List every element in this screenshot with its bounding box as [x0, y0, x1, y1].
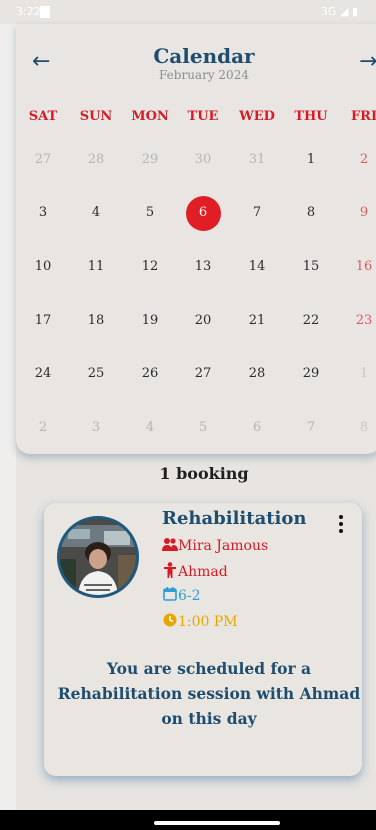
calendar-day[interactable]: 4 — [123, 420, 177, 435]
weekday-label-wed: WED — [239, 109, 275, 124]
calendar-day[interactable]: 14 — [230, 259, 284, 274]
calendar-day[interactable]: 19 — [123, 313, 177, 328]
patient-name: Ahmad — [178, 564, 228, 580]
calendar-icon — [162, 587, 178, 605]
calendar-day[interactable]: 16 — [337, 259, 376, 274]
left-gutter — [0, 24, 16, 830]
calendar-day[interactable]: 4 — [69, 205, 123, 220]
clock-icon — [162, 613, 178, 631]
home-indicator[interactable] — [154, 821, 280, 825]
weekday-label-thu: THU — [294, 109, 328, 124]
calendar-day[interactable]: 1 — [284, 152, 338, 167]
users-icon — [162, 537, 178, 555]
calendar-day[interactable]: 26 — [123, 366, 177, 381]
therapist-name: Mira Jamous — [178, 538, 269, 554]
calendar-day[interactable]: 2 — [337, 152, 376, 167]
calendar-day[interactable]: 27 — [176, 366, 230, 381]
booking-note: You are scheduled for a Rehabilitation s… — [57, 659, 361, 728]
date-row: 6-2 — [162, 587, 201, 605]
calendar-day[interactable]: 17 — [16, 313, 70, 328]
calendar-day[interactable]: 3 — [16, 205, 70, 220]
page-title: Calendar — [153, 44, 255, 68]
calendar-day[interactable]: 31 — [230, 152, 284, 167]
more-options-icon[interactable] — [336, 515, 346, 535]
calendar-day[interactable]: 7 — [284, 420, 338, 435]
booking-count: 1 booking — [159, 464, 249, 483]
calendar-day[interactable]: 18 — [69, 313, 123, 328]
weekday-label-sat: SAT — [28, 109, 58, 124]
calendar-day[interactable]: 1 — [337, 366, 376, 381]
calendar-day[interactable]: 28 — [230, 366, 284, 381]
patient-row: Ahmad — [162, 562, 228, 582]
calendar-day[interactable]: 23 — [337, 313, 376, 328]
calendar-day[interactable]: 30 — [176, 152, 230, 167]
status-right: 3G ◢ ▮ — [321, 5, 358, 18]
calendar-day[interactable]: 10 — [16, 259, 70, 274]
status-time: 3:22 — [16, 5, 41, 18]
calendar-day[interactable]: 8 — [284, 205, 338, 220]
weekday-label-mon: MON — [131, 109, 169, 124]
calendar-day[interactable]: 15 — [284, 259, 338, 274]
battery-icon: ▮ — [351, 5, 358, 18]
calendar-card — [16, 24, 376, 454]
calendar-day[interactable]: 27 — [16, 152, 70, 167]
calendar-day[interactable]: 29 — [284, 366, 338, 381]
calendar-day[interactable]: 29 — [123, 152, 177, 167]
calendar-day[interactable]: 5 — [123, 205, 177, 220]
calendar-day[interactable]: 13 — [176, 259, 230, 274]
page-subtitle: February 2024 — [159, 68, 249, 82]
network-label: 3G — [320, 5, 337, 18]
calendar-day[interactable]: 8 — [337, 420, 376, 435]
calendar-day-selected[interactable]: 6 — [176, 205, 230, 220]
calendar-day[interactable]: 2 — [16, 420, 70, 435]
signal-icon: ◢ — [339, 5, 349, 18]
calendar-day[interactable]: 12 — [123, 259, 177, 274]
weekday-label-fri: FRI — [350, 109, 376, 124]
calendar-day[interactable]: 6 — [230, 420, 284, 435]
calendar-day[interactable]: 5 — [176, 420, 230, 435]
weekday-label-sun: SUN — [79, 109, 113, 124]
booking-date: 6-2 — [178, 588, 201, 604]
calendar-day[interactable]: 7 — [230, 205, 284, 220]
avatar-photo — [60, 519, 136, 595]
status-bar: 3:22 3G ◢ ▮ — [0, 0, 376, 24]
booking-title: Rehabilitation — [162, 508, 307, 529]
calendar-day[interactable]: 9 — [337, 205, 376, 220]
time-row: 1:00 PM — [162, 613, 238, 631]
calendar-day[interactable]: 24 — [16, 366, 70, 381]
system-nav-bar — [0, 810, 376, 830]
avatar — [57, 516, 139, 598]
calendar-day[interactable]: 25 — [69, 366, 123, 381]
calendar-day[interactable]: 3 — [69, 420, 123, 435]
booking-time: 1:00 PM — [178, 614, 238, 630]
calendar-day[interactable]: 20 — [176, 313, 230, 328]
calendar-day[interactable]: 11 — [69, 259, 123, 274]
calendar-day[interactable]: 21 — [230, 313, 284, 328]
calendar-day[interactable]: 22 — [284, 313, 338, 328]
weekday-label-tue: TUE — [187, 109, 219, 124]
person-icon — [162, 562, 178, 582]
calendar-day[interactable]: 28 — [69, 152, 123, 167]
therapist-row: Mira Jamous — [162, 537, 268, 555]
notification-icon — [40, 6, 50, 18]
